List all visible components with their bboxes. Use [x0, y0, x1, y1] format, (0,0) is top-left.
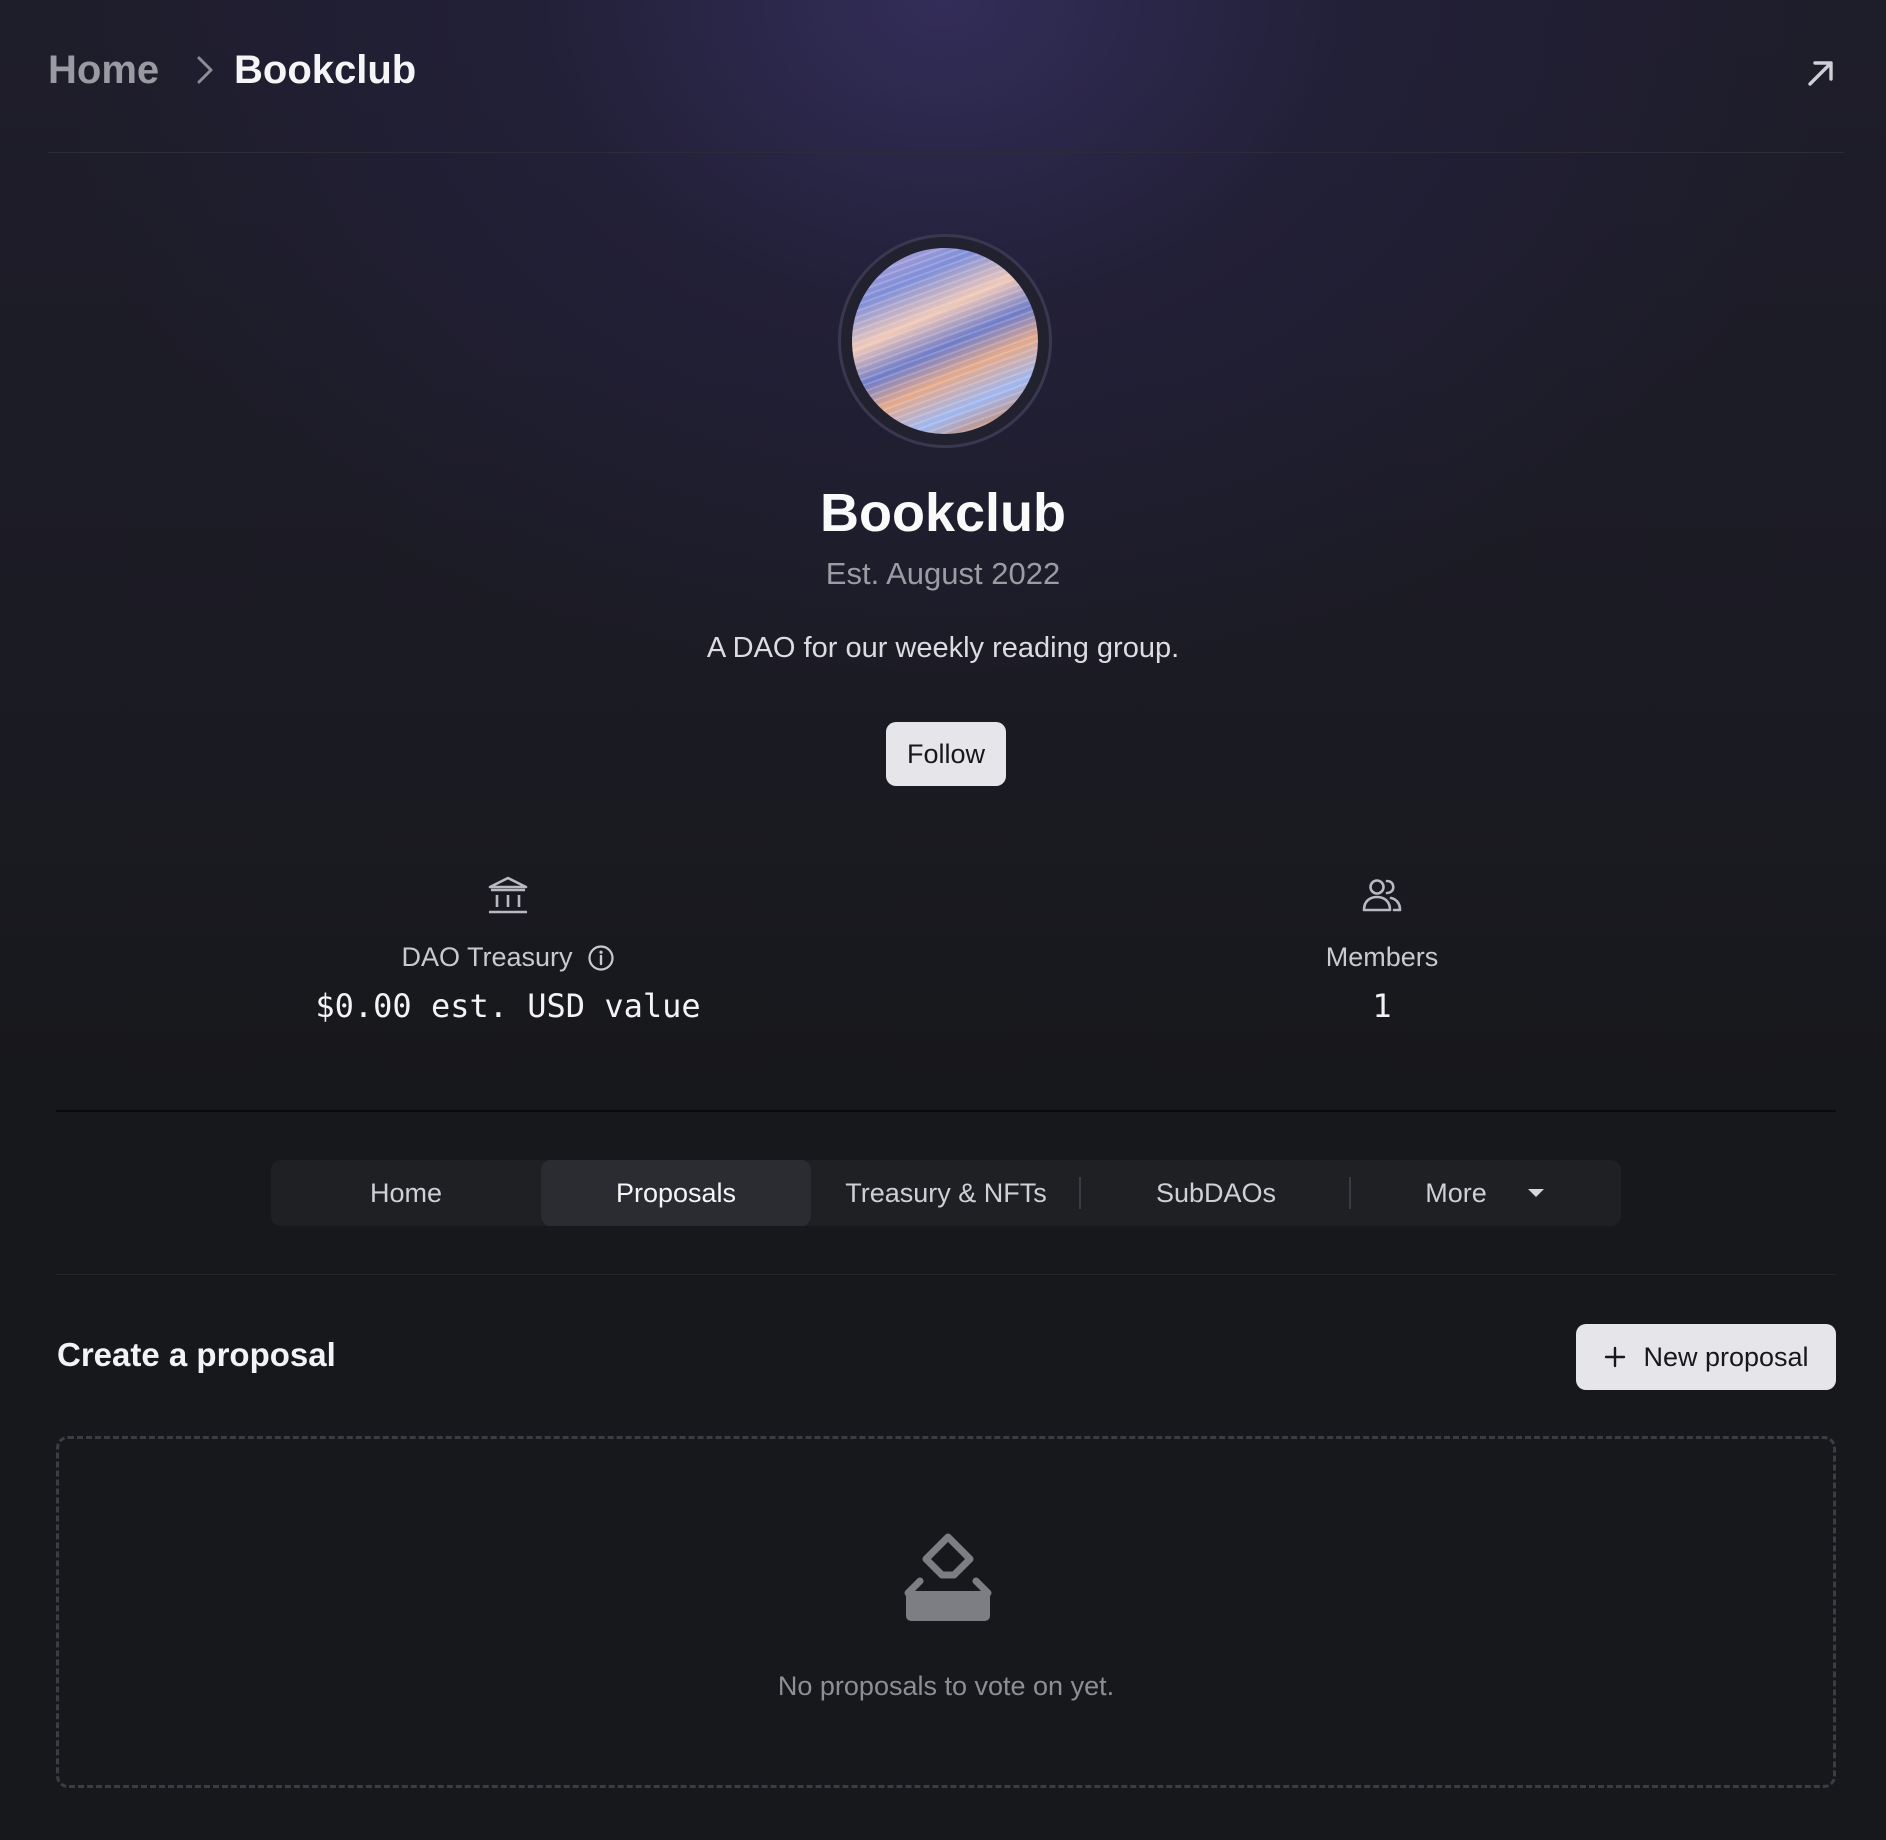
tab-home[interactable]: Home: [271, 1160, 541, 1226]
ballot-box-icon: [904, 1533, 992, 1621]
caret-down-icon: [1527, 1189, 1544, 1197]
new-proposal-label: New proposal: [1643, 1341, 1809, 1372]
dao-avatar-frame: [838, 234, 1052, 448]
breadcrumb: Home Bookclub: [48, 0, 1844, 153]
users-icon: [1362, 879, 1402, 912]
arrow-up-right-icon[interactable]: [1804, 56, 1838, 90]
bank-icon: [488, 876, 528, 914]
tabs-divider: [56, 1274, 1836, 1275]
tab-treasury-nfts[interactable]: Treasury & NFTs: [811, 1160, 1081, 1226]
members-value: 1: [1372, 987, 1392, 1025]
section-divider: [56, 1110, 1836, 1112]
treasury-label: DAO Treasury: [401, 942, 573, 972]
tab-bar: Home Proposals Treasury & NFTs SubDAOs M…: [271, 1160, 1621, 1226]
dao-avatar: [852, 248, 1038, 434]
dao-established-date: Est. August 2022: [825, 556, 1061, 591]
treasury-value: $0.00 est. USD value: [315, 987, 701, 1025]
dao-description: A DAO for our weekly reading group.: [706, 632, 1180, 664]
empty-proposals-box: No proposals to vote on yet.: [56, 1436, 1836, 1788]
tab-label: More: [1425, 1177, 1487, 1208]
tab-label: SubDAOs: [1155, 1177, 1277, 1208]
tab-subdaos[interactable]: SubDAOs: [1081, 1160, 1351, 1226]
tab-label: Proposals: [615, 1177, 737, 1208]
empty-state-text: No proposals to vote on yet.: [777, 1671, 1115, 1701]
tab-more[interactable]: More: [1351, 1160, 1621, 1226]
breadcrumb-home-link[interactable]: Home: [48, 48, 159, 93]
follow-button[interactable]: Follow: [886, 722, 1006, 786]
dao-page: Home Bookclub Bookclub Est. August 2022 …: [0, 0, 1886, 1840]
treasury-stat: DAO Treasury $0.00 est. USD value: [300, 872, 716, 1025]
chevron-right-icon: [197, 56, 213, 84]
breadcrumb-current: Bookclub: [234, 48, 417, 92]
plus-icon: [1605, 1346, 1626, 1368]
info-icon[interactable]: [587, 944, 615, 972]
tab-label: Home: [369, 1177, 443, 1208]
section-title: Create a proposal: [57, 1336, 336, 1373]
members-stat: Members 1: [1282, 872, 1482, 1025]
tab-proposals[interactable]: Proposals: [541, 1160, 811, 1226]
dao-name: Bookclub: [819, 483, 1066, 543]
new-proposal-button[interactable]: New proposal: [1576, 1324, 1836, 1390]
tab-label: Treasury & NFTs: [845, 1177, 1047, 1208]
members-label: Members: [1325, 942, 1439, 972]
